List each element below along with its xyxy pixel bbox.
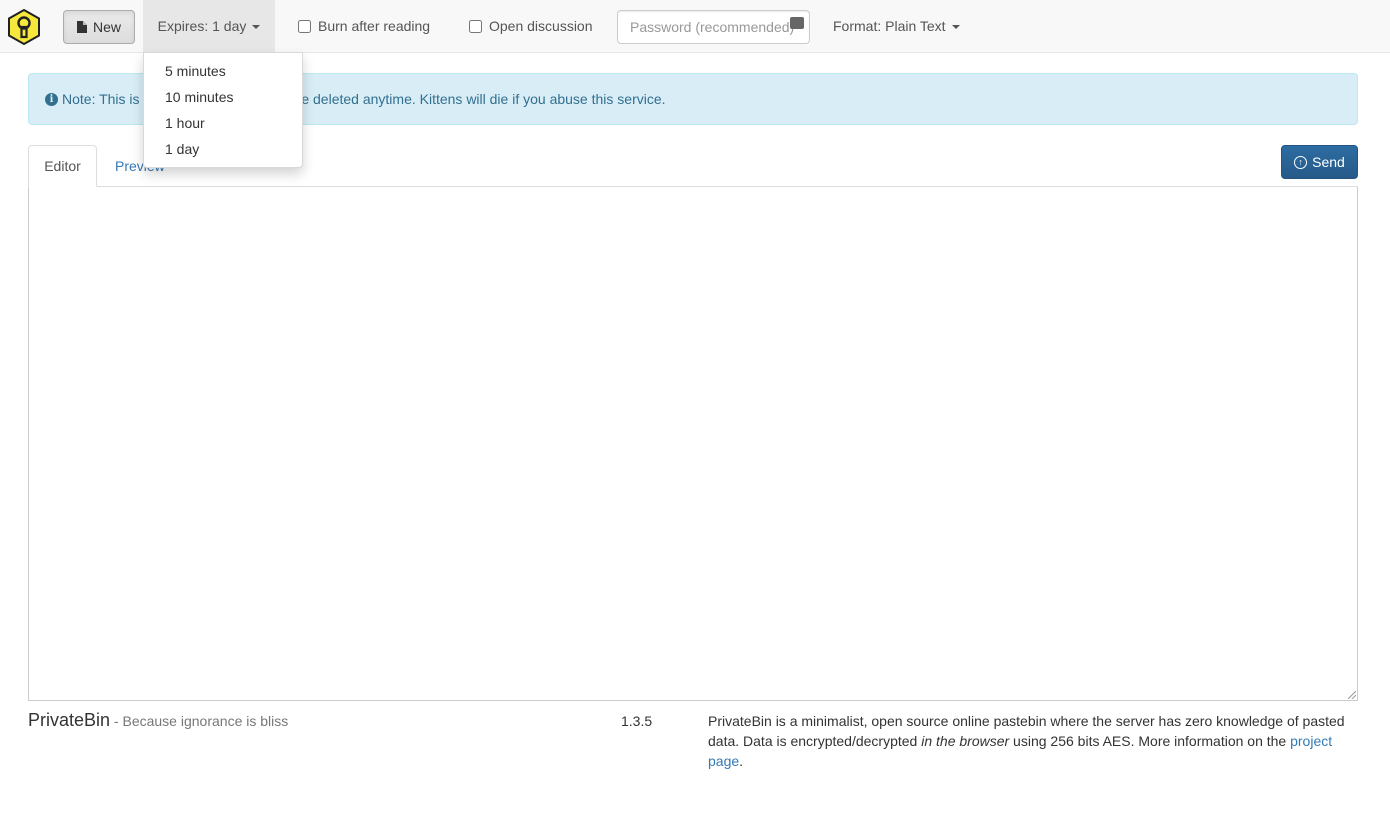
upload-icon: ↑: [1294, 155, 1308, 169]
expires-option-5-minutes[interactable]: 5 minutes: [144, 58, 302, 84]
burn-after-reading-label: Burn after reading: [318, 18, 431, 34]
footer-tagline: - Because ignorance is bliss: [110, 713, 289, 729]
expires-option-10-minutes[interactable]: 10 minutes: [144, 84, 302, 110]
caret-down-icon: [951, 25, 960, 29]
footer-brand: PrivateBin - Because ignorance is bliss: [28, 710, 288, 731]
expires-dropdown-menu: 5 minutes 10 minutes 1 hour 1 day: [143, 52, 303, 168]
expires-option-1-day[interactable]: 1 day: [144, 136, 302, 162]
file-icon: [76, 21, 87, 33]
password-manager-icon[interactable]: [790, 17, 804, 29]
footer-brand-name: PrivateBin: [28, 710, 111, 730]
expires-label: Expires: 1 day: [157, 18, 247, 34]
new-button-label: New: [92, 19, 121, 35]
footer-about-end: .: [739, 753, 744, 769]
new-paste-button[interactable]: New: [63, 10, 135, 44]
resize-grip-icon[interactable]: [1346, 689, 1356, 699]
info-icon: i: [45, 92, 58, 106]
privatebin-logo-icon[interactable]: [6, 9, 42, 45]
open-discussion-label: Open discussion: [489, 18, 593, 34]
password-input[interactable]: [617, 10, 810, 44]
expires-option-1-hour[interactable]: 1 hour: [144, 110, 302, 136]
burn-after-reading-option[interactable]: Burn after reading: [298, 0, 430, 52]
alert-text-end: be deleted anytime. Kittens will die if …: [293, 91, 666, 107]
format-label: Format: Plain Text: [833, 18, 946, 34]
format-dropdown-toggle[interactable]: Format: Plain Text: [833, 0, 960, 52]
tab-editor[interactable]: Editor: [28, 145, 97, 187]
send-button-label: Send: [1312, 154, 1345, 170]
open-discussion-option[interactable]: Open discussion: [469, 0, 593, 52]
footer-version: 1.3.5: [621, 713, 653, 729]
navbar: New Expires: 1 day Burn after reading Op…: [0, 0, 1390, 53]
send-button[interactable]: ↑ Send: [1281, 145, 1358, 179]
paste-editor-textarea[interactable]: [28, 187, 1358, 701]
caret-down-icon: [252, 25, 261, 29]
open-discussion-checkbox[interactable]: [469, 19, 482, 33]
footer-about-emphasis: in the browser: [921, 733, 1010, 749]
expires-dropdown-toggle[interactable]: Expires: 1 day: [143, 0, 275, 52]
burn-after-reading-checkbox[interactable]: [298, 19, 311, 33]
alert-text-start: Note: This is: [62, 91, 140, 107]
footer-about-text-2: using 256 bits AES. More information on …: [1009, 733, 1291, 749]
tab-editor-label: Editor: [44, 158, 81, 174]
footer-about: PrivateBin is a minimalist, open source …: [708, 711, 1358, 771]
